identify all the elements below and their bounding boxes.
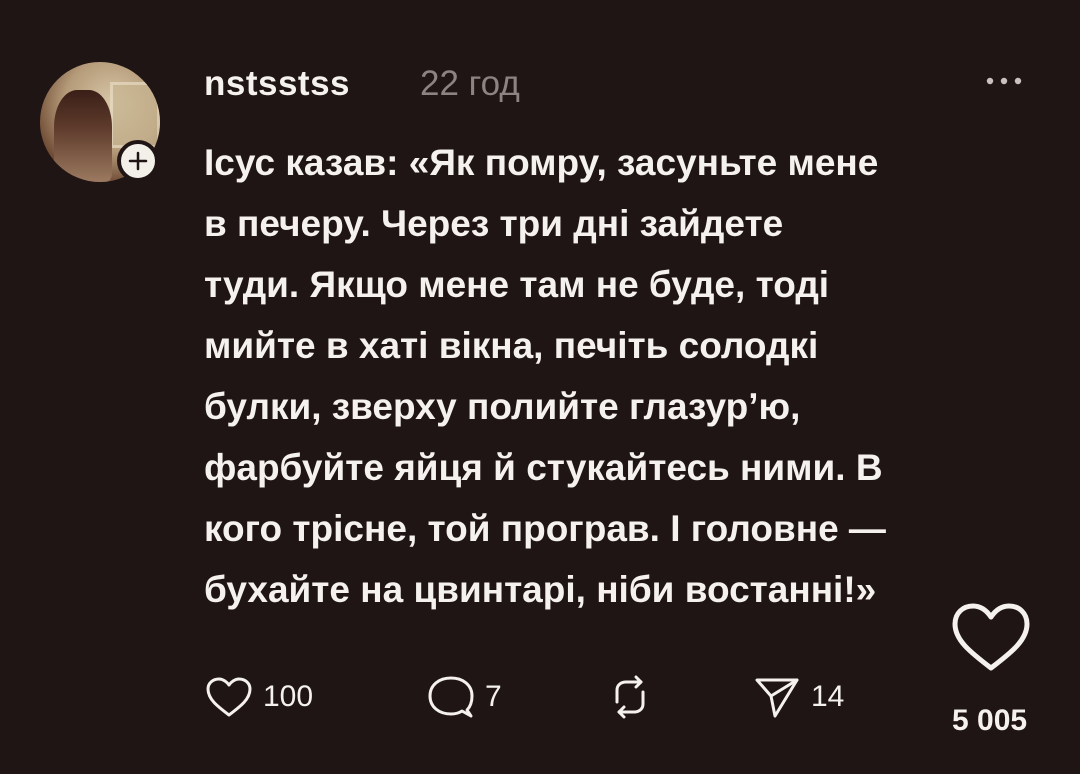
post-text-line: булки, зверху полийте глазур’ю, xyxy=(204,386,801,427)
more-icon xyxy=(986,77,1022,85)
more-options-button[interactable] xyxy=(982,66,1026,96)
post-text-line: Ісус казав: «Як помру, засуньте мене xyxy=(204,142,879,183)
like-overlay-heart-icon[interactable] xyxy=(950,600,1032,674)
like-count: 100 xyxy=(263,680,314,713)
comment-icon xyxy=(428,676,474,718)
post-text-line: кого трісне, той програв. І головне — xyxy=(204,508,886,549)
post-text: Ісус казав: «Як помру, засуньте мене в п… xyxy=(204,132,1054,620)
share-count: 14 xyxy=(811,680,845,713)
post-text-line: мийте в хаті вікна, печіть солодкі xyxy=(204,325,819,366)
post-text-line: фарбуйте яйця й стукайтесь ними. В xyxy=(204,447,883,488)
view-count: 5 005 xyxy=(952,704,1028,737)
avatar-figure xyxy=(54,90,112,182)
post-text-line: бухайте на цвинтарі, ніби востанні!» xyxy=(204,569,877,610)
repost-icon xyxy=(615,675,645,719)
avatar-background xyxy=(110,82,160,148)
post-text-line: в печеру. Через три дні зайдете xyxy=(204,203,784,244)
reply-count: 7 xyxy=(485,680,502,713)
share-icon xyxy=(755,678,799,718)
timestamp: 22 год xyxy=(420,64,520,103)
post-text-line: туди. Якщо мене там не буде, тоді xyxy=(204,264,830,305)
share-button[interactable]: 14 xyxy=(753,672,844,722)
follow-button[interactable] xyxy=(117,140,159,182)
post-card: nstsstss 22 год Ісус казав: «Як помру, з… xyxy=(0,0,1080,774)
username[interactable]: nstsstss xyxy=(204,64,350,104)
plus-icon xyxy=(128,151,148,171)
like-button[interactable]: 100 xyxy=(205,672,313,722)
reply-button[interactable]: 7 xyxy=(427,672,502,722)
heart-icon xyxy=(206,677,252,717)
repost-button[interactable] xyxy=(607,672,663,722)
